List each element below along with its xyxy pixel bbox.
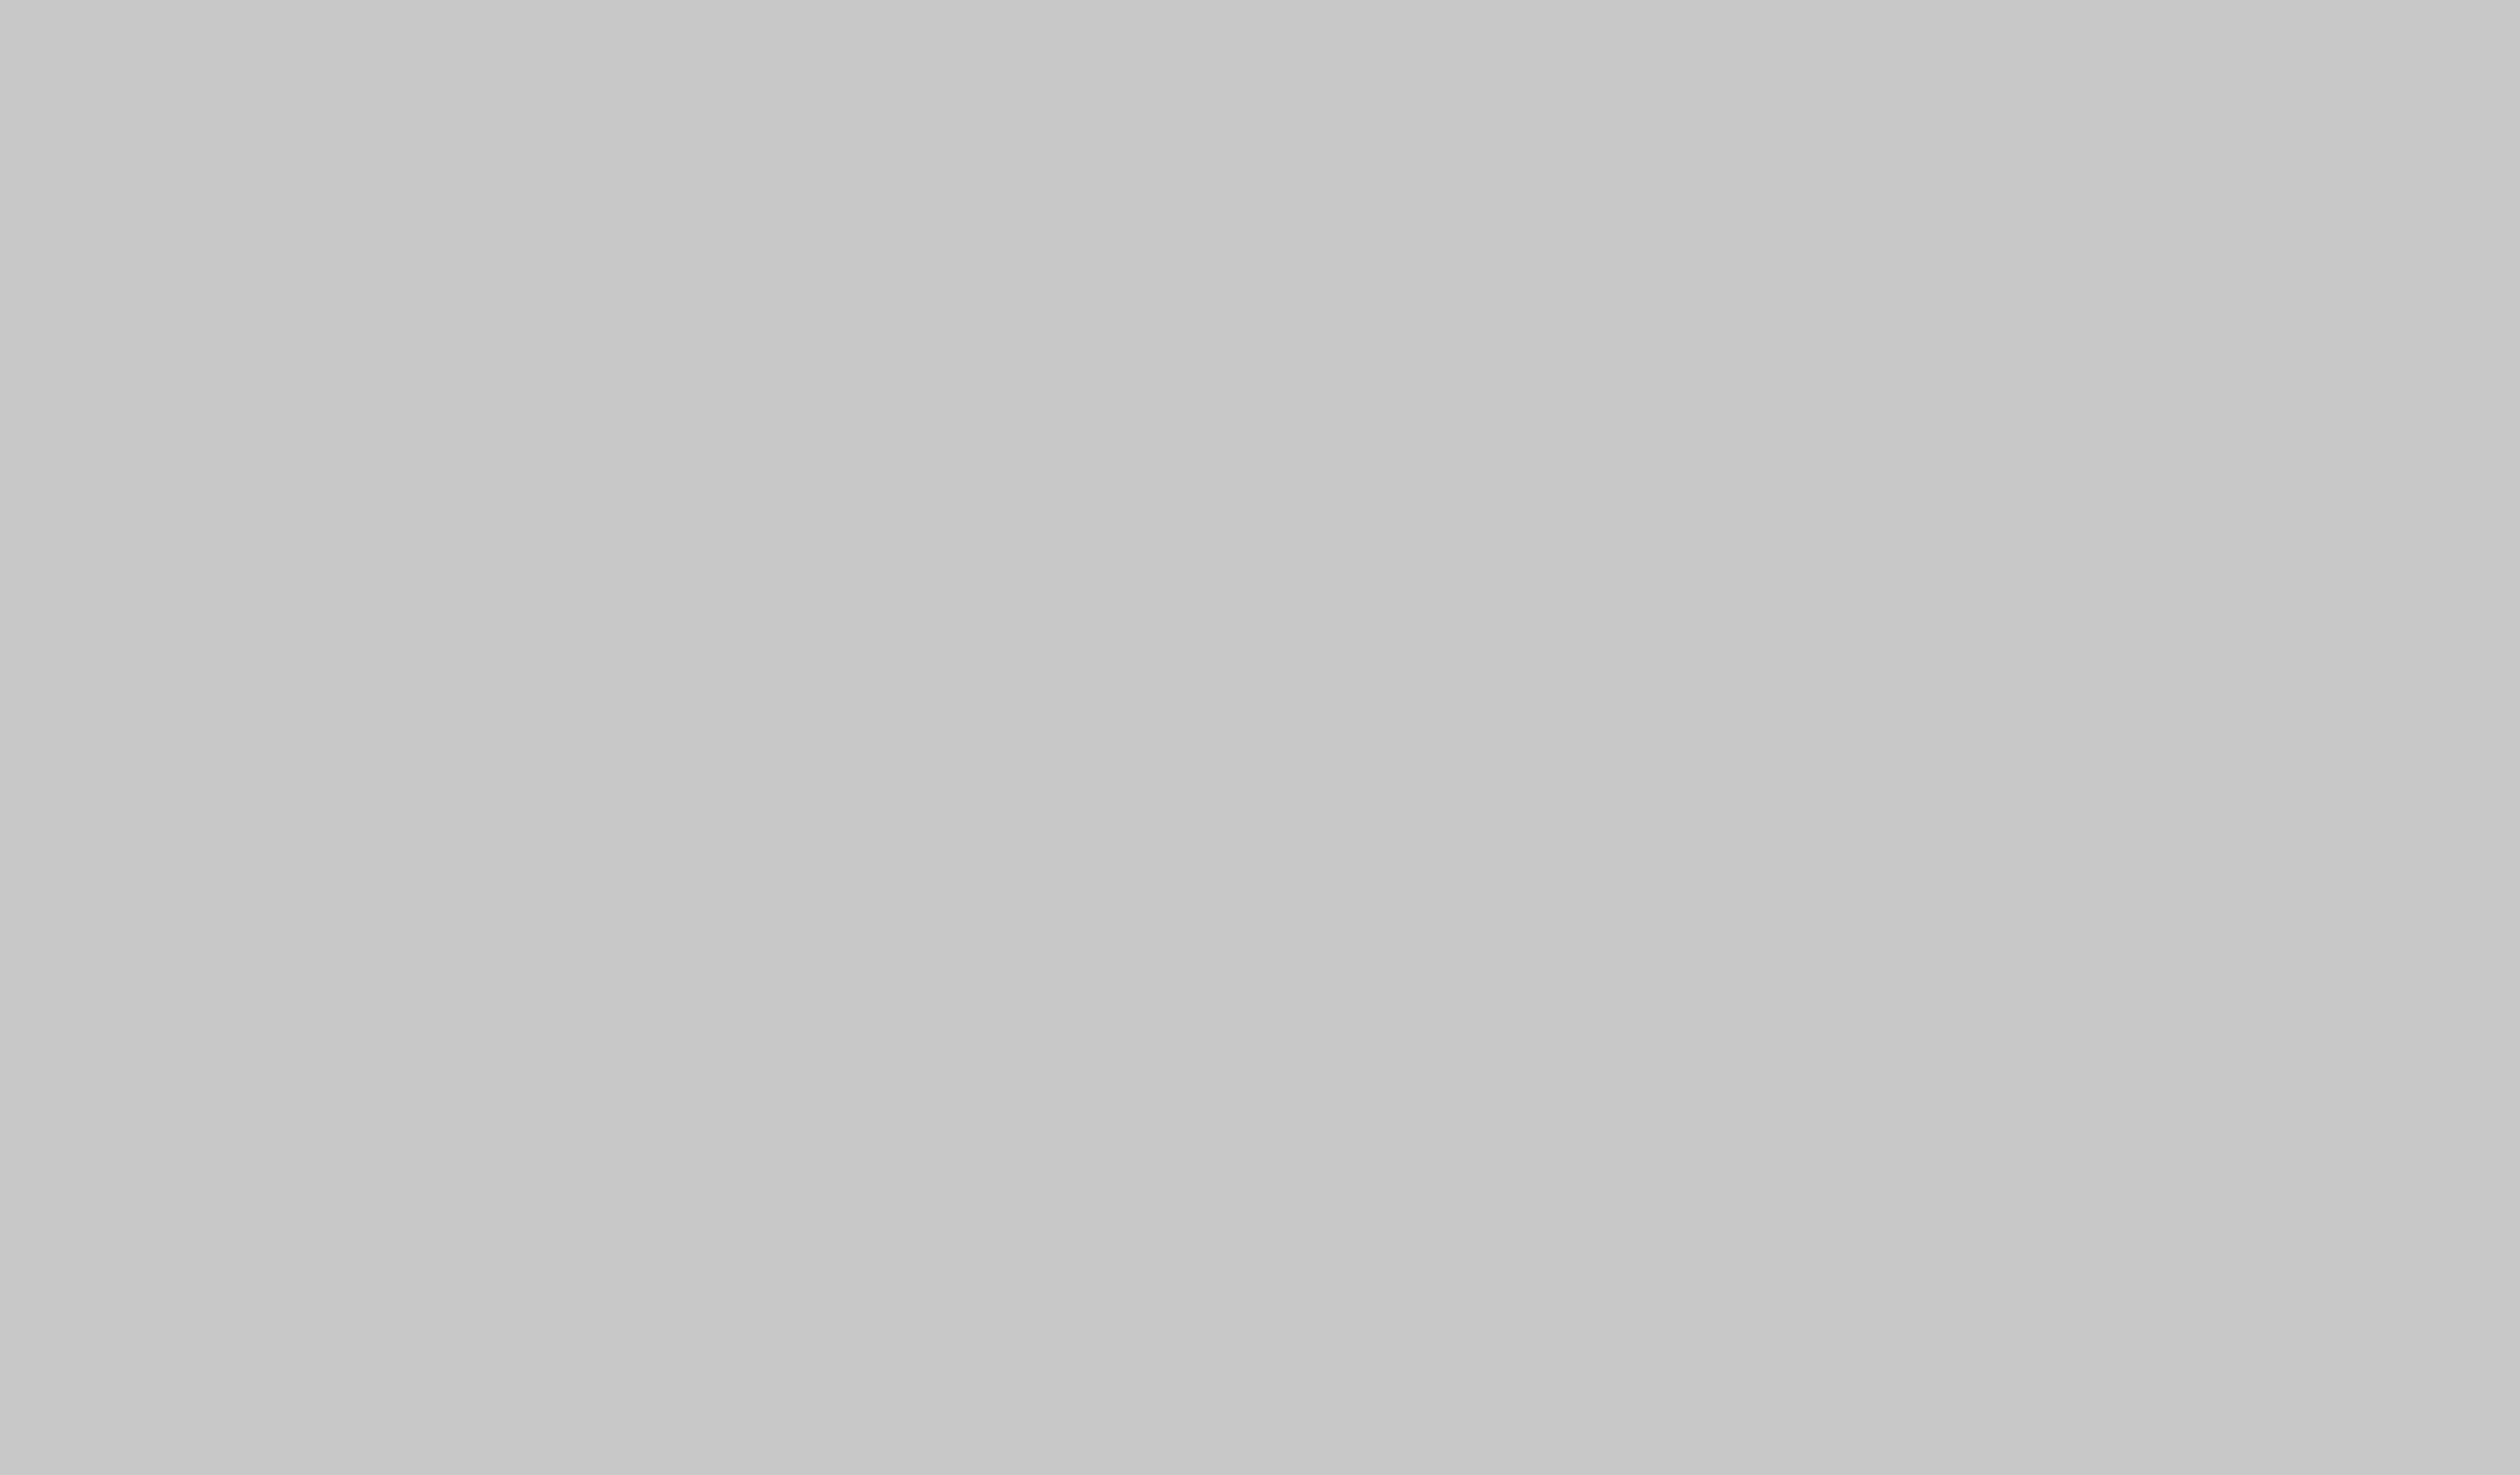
- placeholder: [0, 0, 2520, 1475]
